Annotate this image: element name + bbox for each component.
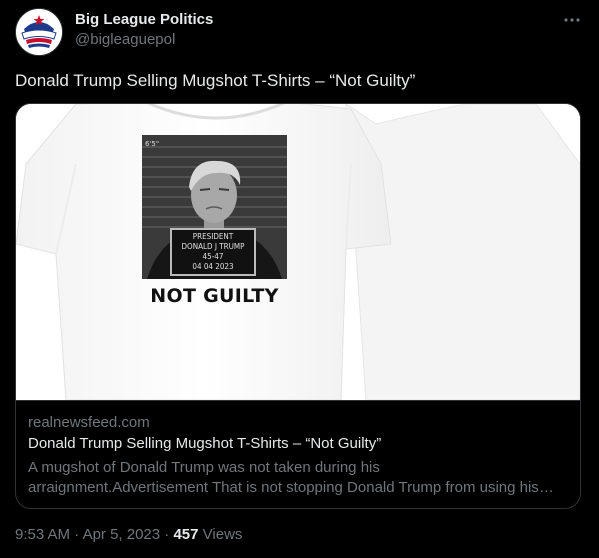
tweet: Big League Politics @bigleaguepol Donald…	[0, 0, 599, 558]
card-image: 6'5" PRESIDENT DONALD J TRUMP 45-47 04 0…	[16, 104, 580, 400]
placard-line: DONALD J TRUMP	[181, 242, 245, 251]
card-info[interactable]: realnewsfeed.com Donald Trump Selling Mu…	[16, 400, 580, 508]
card-domain[interactable]: realnewsfeed.com	[28, 414, 150, 431]
author-name[interactable]: Big League Politics	[75, 11, 213, 28]
mugshot-print: 6'5" PRESIDENT DONALD J TRUMP 45-47 04 0…	[142, 135, 287, 279]
more-horizontal-icon	[564, 18, 580, 22]
link-card[interactable]: 6'5" PRESIDENT DONALD J TRUMP 45-47 04 0…	[15, 103, 581, 509]
card-title[interactable]: Donald Trump Selling Mugshot T-Shirts – …	[28, 435, 381, 452]
tweet-date[interactable]: Apr 5, 2023	[83, 526, 161, 543]
t-shirts-image	[16, 104, 580, 400]
placard-line: 45-47	[202, 252, 224, 261]
placard-line: PRESIDENT	[192, 232, 234, 241]
height-mark: 6'5"	[145, 140, 160, 148]
shirt-slogan: NOT GUILTY	[150, 285, 279, 307]
placard-line: 04 04 2023	[192, 262, 234, 271]
views-count: 457	[173, 526, 199, 543]
views-label: Views	[198, 526, 243, 543]
author-avatar[interactable]	[15, 8, 63, 56]
tweet-text: Donald Trump Selling Mugshot T-Shirts – …	[15, 71, 416, 90]
booking-placard: PRESIDENT DONALD J TRUMP 45-47 04 04 202…	[170, 228, 256, 276]
meta-separator: ·	[70, 526, 83, 543]
tweet-time[interactable]: 9:53 AM	[15, 526, 70, 543]
author-handle[interactable]: @bigleaguepol	[75, 31, 175, 48]
more-options-button[interactable]	[562, 10, 582, 30]
card-description[interactable]: A mugshot of Donald Trump was not taken …	[28, 458, 564, 498]
tweet-meta: 9:53 AM · Apr 5, 2023 · 457 Views	[15, 526, 242, 543]
big-league-politics-logo-icon	[16, 9, 62, 55]
meta-separator: ·	[160, 526, 174, 543]
